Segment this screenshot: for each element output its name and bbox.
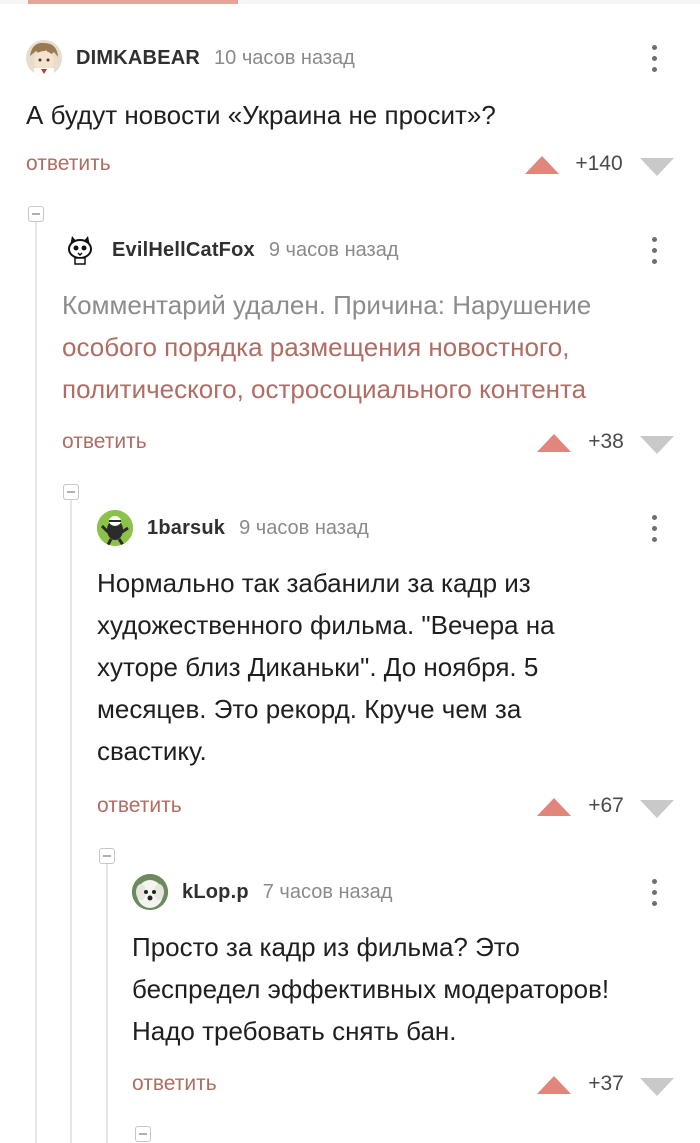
- author-name[interactable]: 1barsuk: [147, 517, 225, 540]
- comment-footer: ответить +67: [97, 794, 700, 824]
- collapse-thread-button[interactable]: [99, 848, 115, 864]
- comment-time: 10 часов назад: [214, 46, 355, 69]
- comment-time: 9 часов назад: [239, 516, 369, 539]
- rules-link[interactable]: политического, остросоциального контента: [62, 368, 591, 410]
- comment-text-line: Нормально так забанили за кадр из: [97, 568, 531, 598]
- more-options-icon[interactable]: [644, 234, 664, 266]
- author-name[interactable]: DIMKABEAR: [76, 47, 200, 70]
- comment-footer: ответить +37: [132, 1072, 700, 1102]
- more-options-icon[interactable]: [644, 876, 664, 908]
- thread-line: [106, 864, 108, 1143]
- collapse-thread-button[interactable]: [63, 484, 79, 500]
- comment-text: А будут новости «Украина не просит»?: [26, 94, 496, 136]
- author-name[interactable]: EvilHellCatFox: [112, 239, 255, 262]
- reply-button[interactable]: ответить: [132, 1072, 217, 1096]
- comment-text-line: художественного фильма. "Вечера на: [97, 610, 555, 640]
- anime-avatar-icon[interactable]: [26, 40, 62, 76]
- active-tab-indicator: [28, 0, 238, 4]
- comment-footer: ответить +140: [26, 152, 700, 182]
- deleted-comment-notice: Комментарий удален. Причина: Нарушение о…: [62, 284, 591, 410]
- cat-face-avatar-icon[interactable]: [62, 232, 98, 268]
- deletion-reason-text: Комментарий удален. Причина: Нарушение: [62, 290, 592, 320]
- comment-text-line: беспредел эффективных модераторов!: [132, 974, 610, 1004]
- comment-header: 1barsuk 9 часов назад: [97, 510, 369, 546]
- upvote-icon[interactable]: [537, 1076, 571, 1094]
- comment-time: 9 часов назад: [268, 238, 399, 261]
- comment-header: kLop.p 7 часов назад: [132, 874, 392, 910]
- comment-text: Просто за кадр из фильма? Это беспредел …: [132, 926, 609, 1052]
- rating-score: +67: [588, 794, 624, 817]
- upvote-icon[interactable]: [525, 156, 559, 174]
- upvote-icon[interactable]: [537, 434, 571, 452]
- comment-header: EvilHellCatFox 9 часов назад: [62, 232, 399, 268]
- comment-text-line: месяцев. Это рекорд. Круче чем за: [97, 694, 522, 724]
- white-dog-avatar-icon[interactable]: [132, 874, 168, 910]
- comment-time: 7 часов назад: [262, 880, 393, 903]
- comment-text-line: Просто за кадр из фильма? Это: [132, 932, 520, 962]
- collapse-thread-button[interactable]: [135, 1126, 151, 1142]
- comment-text-line: А будут новости «Украина не просит»?: [26, 100, 496, 130]
- more-options-icon[interactable]: [644, 42, 664, 74]
- rules-link[interactable]: особого порядка размещения новостного,: [62, 326, 591, 368]
- tab-indicator-bar: [0, 0, 700, 4]
- rating-score: +38: [588, 430, 624, 453]
- comment-text-line: Надо требовать снять бан.: [132, 1016, 457, 1046]
- more-options-icon[interactable]: [644, 512, 664, 544]
- thread-line: [35, 222, 37, 1143]
- downvote-icon[interactable]: [640, 1078, 674, 1096]
- upvote-icon[interactable]: [537, 798, 571, 816]
- collapse-thread-button[interactable]: [28, 206, 44, 222]
- comment: EvilHellCatFox 9 часов назад Комментарий…: [62, 232, 700, 472]
- downvote-icon[interactable]: [640, 436, 674, 454]
- comment-text-line: свастику.: [97, 736, 207, 766]
- author-name[interactable]: kLop.p: [182, 881, 249, 904]
- comment: DIMKABEAR 10 часов назад А будут новости…: [26, 40, 700, 190]
- comment: 1barsuk 9 часов назад Нормально так заба…: [97, 510, 700, 830]
- downvote-icon[interactable]: [640, 158, 674, 176]
- downvote-icon[interactable]: [640, 800, 674, 818]
- rating-score: +140: [575, 152, 623, 175]
- comment-header: DIMKABEAR 10 часов назад: [26, 40, 355, 76]
- badger-avatar-icon[interactable]: [97, 510, 133, 546]
- comment-text: Нормально так забанили за кадр из художе…: [97, 562, 555, 772]
- comment-footer: ответить +38: [62, 430, 700, 460]
- reply-button[interactable]: ответить: [62, 430, 147, 454]
- reply-button[interactable]: ответить: [26, 152, 111, 176]
- reply-button[interactable]: ответить: [97, 794, 182, 818]
- rating-score: +37: [588, 1072, 624, 1095]
- comment: kLop.p 7 часов назад Просто за кадр из ф…: [132, 874, 700, 1104]
- thread-line: [70, 500, 72, 1143]
- comment-text-line: хуторе близ Диканьки". До ноября. 5: [97, 652, 539, 682]
